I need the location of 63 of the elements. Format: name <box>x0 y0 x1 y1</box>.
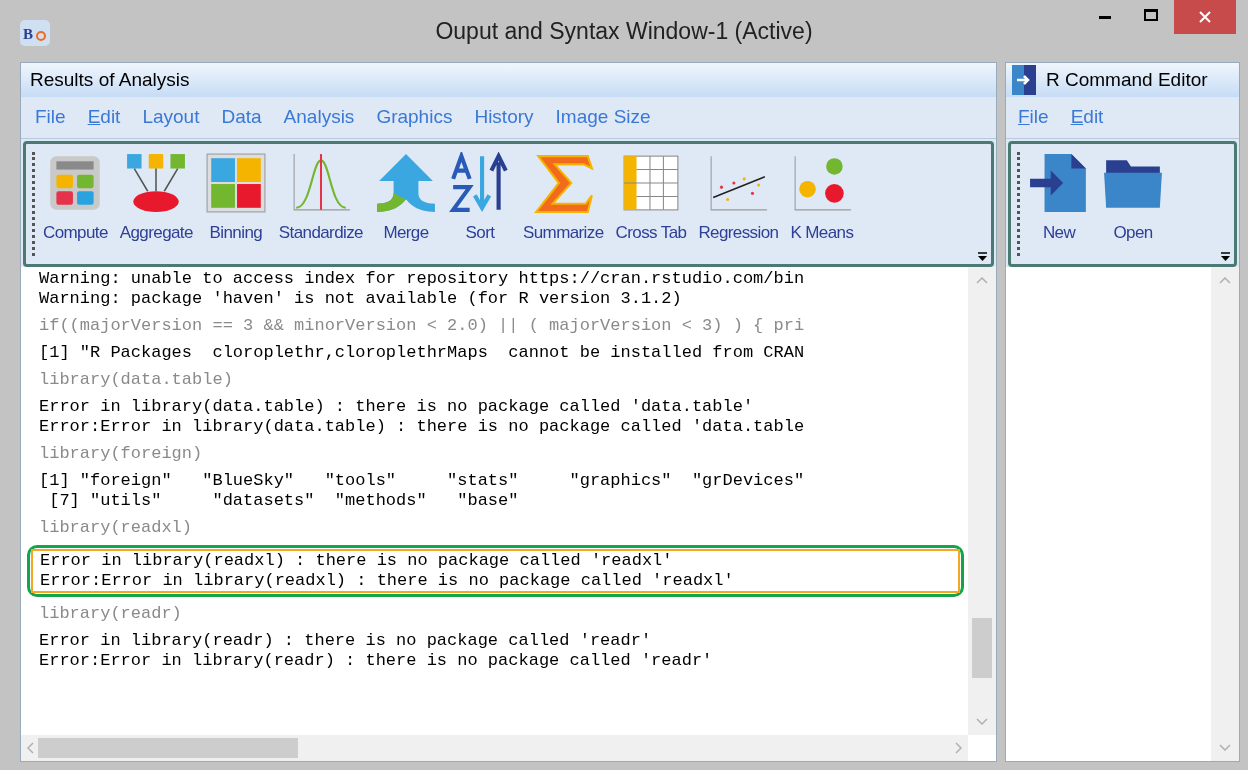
window-title: Ouput and Syntax Window-1 (Active) <box>435 16 813 46</box>
toolbar-button[interactable]: Merge <box>372 152 440 246</box>
command-line: if((majorVersion == 3 && minorVersion < 2.0) || ( majorVersion < 3) ) { pri <box>39 316 806 336</box>
overflow-icon[interactable] <box>1221 252 1230 261</box>
scroll-down-icon[interactable] <box>976 718 988 725</box>
menu-item[interactable]: Image Size <box>547 103 659 132</box>
scroll-up-icon[interactable] <box>1219 277 1231 284</box>
toolbar-button[interactable]: Aggregate <box>116 152 196 246</box>
command-line: library(readxl) <box>39 518 194 538</box>
scroll-thumb[interactable] <box>38 738 298 758</box>
output-line: [1] "R Packages cloroplethr,cloroplethrMaps cannot be installed from CRAN <box>39 343 806 363</box>
sort-icon <box>449 152 511 214</box>
scroll-down-icon[interactable] <box>1219 744 1231 751</box>
menu-item[interactable]: Edit <box>79 103 129 132</box>
toolbar-button[interactable]: New <box>1025 152 1093 246</box>
output-line: Error:Error in library(readr) : there is no package called 'readr' <box>39 651 714 671</box>
menu-item[interactable]: Layout <box>134 103 208 132</box>
output-line: Warning: package 'haven' is not available (for R version 3.1.2) <box>39 289 683 309</box>
scroll-up-icon[interactable] <box>976 277 988 284</box>
merge-arrow-icon <box>375 152 437 214</box>
command-line: library(data.table) <box>39 370 234 390</box>
menu-item[interactable]: Data <box>213 103 270 132</box>
close-button[interactable] <box>1174 0 1236 34</box>
toolbar-button[interactable]: Sort <box>446 152 514 246</box>
panel-title: Results of Analysis <box>21 63 996 97</box>
app-logo-icon: B <box>20 20 50 46</box>
menu-item[interactable]: File <box>27 103 74 132</box>
output-line: Warning: unable to access index for repository https://cran.rstudio.com/bin <box>39 269 806 289</box>
vertical-scrollbar[interactable] <box>1211 267 1239 761</box>
panel-title: R Command Editor <box>1046 67 1208 92</box>
sigma-icon <box>532 152 595 214</box>
vertical-scrollbar[interactable] <box>968 267 996 735</box>
overflow-icon[interactable] <box>978 252 987 261</box>
output-line: [7] "utils" "datasets" "methods" "base" <box>48 491 520 511</box>
menu-item[interactable]: Graphics <box>368 103 461 132</box>
scroll-thumb[interactable] <box>972 618 992 678</box>
scroll-right-icon[interactable] <box>955 742 962 754</box>
command-line: library(readr) <box>39 604 183 624</box>
grid-icon <box>204 152 267 214</box>
menu-item[interactable]: History <box>466 103 542 132</box>
horizontal-scrollbar[interactable] <box>21 735 968 761</box>
panel-arrow-icon <box>1012 65 1036 95</box>
toolbar-button[interactable]: Cross Tab <box>612 152 690 246</box>
output-line: Error:Error in library(data.table) : there is no package called 'data.table <box>39 417 806 437</box>
toolbar-button[interactable]: Summarize <box>520 152 607 246</box>
output-line: Error:Error in library(readxl) : there is no package called 'readxl' <box>40 571 735 591</box>
output-line: Error in library(readxl) : there is no package called 'readxl' <box>40 551 674 571</box>
output-line: Error in library(data.table) : there is no package called 'data.table' <box>39 397 755 417</box>
output-line: Error in library(readr) : there is no package called 'readr' <box>39 631 653 651</box>
toolbar-button[interactable]: Regression <box>695 152 782 246</box>
toolbar-button[interactable]: Standardize <box>275 152 366 246</box>
menu-item[interactable]: Edit <box>1062 103 1112 132</box>
menu-item[interactable]: File <box>1010 103 1057 132</box>
output-line: [1] "foreign" "BlueSky" "tools" "stats" "graphics" "grDevices" <box>39 471 806 491</box>
scroll-left-icon[interactable] <box>27 742 34 754</box>
close-icon <box>1199 11 1211 23</box>
toolbar-button[interactable]: Open <box>1099 152 1167 246</box>
grouping-icon <box>125 152 188 214</box>
toolbar-button[interactable]: Binning <box>201 152 270 246</box>
toolbar-button[interactable]: Compute <box>40 152 111 246</box>
menu-item[interactable]: Analysis <box>275 103 363 132</box>
command-line: library(foreign) <box>39 444 204 464</box>
toolbar-button[interactable]: K Means <box>787 152 857 246</box>
